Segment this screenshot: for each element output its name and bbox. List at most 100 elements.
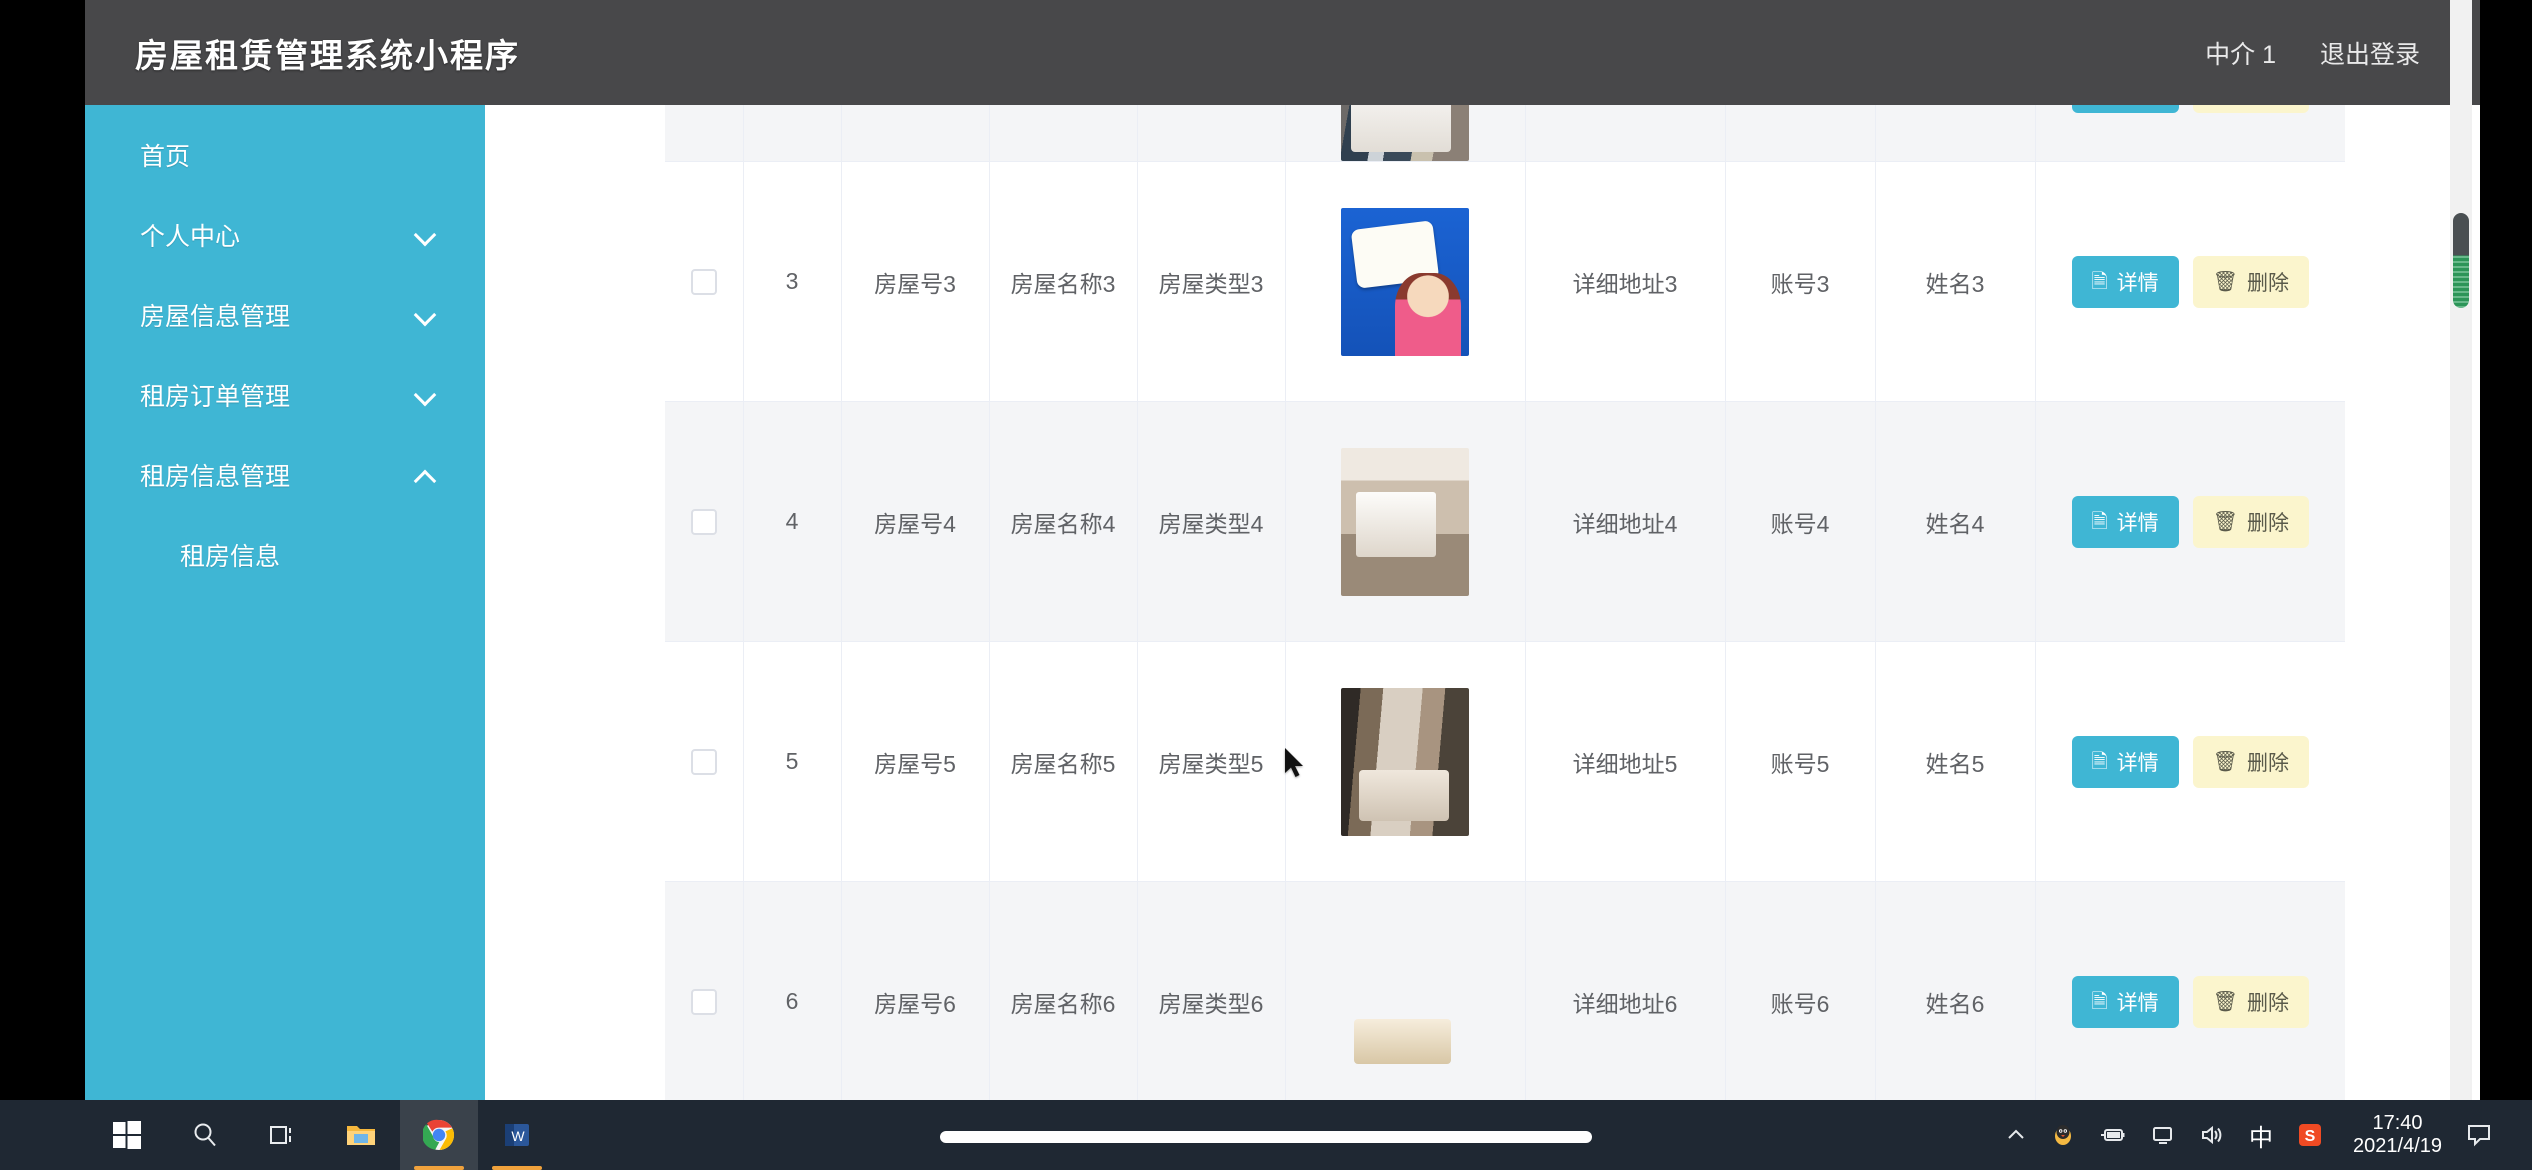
house-no-cell: 房屋号4 bbox=[841, 401, 990, 642]
detail-button[interactable]: 🗎详情 bbox=[2071, 495, 2179, 548]
volume-tray-icon[interactable] bbox=[2199, 1124, 2225, 1146]
sidebar-item-house-info-management[interactable]: 房屋信息管理 bbox=[85, 275, 485, 355]
house-image-cell bbox=[1285, 105, 1526, 162]
sidebar-item-label: 个人中心 bbox=[140, 223, 241, 251]
app-title: 房屋租赁管理系统小程序 bbox=[135, 36, 520, 74]
delete-button[interactable]: 🗑删除 bbox=[2192, 255, 2309, 308]
row-index: 3 bbox=[785, 268, 799, 294]
person-name-cell: 姓名4 bbox=[1875, 401, 2036, 642]
folder-icon bbox=[347, 1126, 375, 1145]
row-checkbox-cell[interactable] bbox=[665, 401, 744, 642]
battery-icon bbox=[2101, 1129, 2125, 1141]
row-index-cell: 2 bbox=[743, 105, 842, 162]
battery-tray-icon[interactable] bbox=[2099, 1124, 2127, 1146]
sidebar-item-home[interactable]: 首页 bbox=[85, 115, 485, 195]
row-checkbox[interactable] bbox=[690, 989, 717, 1016]
detail-button[interactable]: 🗎详情 bbox=[2071, 105, 2179, 113]
sidebar-item-personal-center[interactable]: 个人中心 bbox=[85, 195, 485, 275]
show-hidden-icons-button[interactable] bbox=[2005, 1124, 2027, 1146]
house-no-cell: 房屋号3 bbox=[841, 161, 990, 402]
document-icon: 🗎 bbox=[2091, 270, 2108, 293]
word-button[interactable]: W bbox=[478, 1100, 556, 1170]
row-index-cell: 5 bbox=[743, 641, 842, 882]
house-type-cell: 房屋类型5 bbox=[1137, 641, 1286, 882]
row-index: 6 bbox=[785, 988, 799, 1014]
house-photo[interactable] bbox=[1341, 928, 1469, 1076]
row-checkbox-cell[interactable] bbox=[665, 641, 744, 882]
delete-button[interactable]: 🗑删除 bbox=[2192, 105, 2309, 113]
chevron-up-icon bbox=[2008, 1129, 2024, 1139]
account: 账号5 bbox=[1770, 750, 1830, 777]
delete-button-label: 删除 bbox=[2246, 271, 2289, 295]
delete-button-label: 删除 bbox=[2246, 511, 2289, 535]
row-checkbox[interactable] bbox=[690, 509, 717, 536]
address-cell: 详细地址4 bbox=[1525, 401, 1726, 642]
table-row[interactable]: 6 房屋号6 房屋名称6 房屋类型6 详细地址6 账号6 姓名6 🗎 详情 🗑 删除 bbox=[665, 881, 2345, 1100]
search-button[interactable] bbox=[166, 1100, 244, 1170]
qq-tray-icon[interactable] bbox=[2051, 1123, 2075, 1147]
start-button[interactable] bbox=[88, 1100, 166, 1170]
delete-button[interactable]: 🗑删除 bbox=[2192, 495, 2309, 548]
detail-button[interactable]: 🗎详情 bbox=[2071, 255, 2179, 308]
house-photo[interactable] bbox=[1341, 687, 1469, 836]
table-row[interactable]: 4 房屋号4 房屋名称4 房屋类型4 详细地址4 账号4 姓名4 🗎 详情 🗑 删除 bbox=[665, 401, 2345, 642]
clock-time: 17:40 bbox=[2372, 1112, 2423, 1134]
sogou-tray-icon[interactable]: S bbox=[2297, 1122, 2323, 1148]
action-center-button[interactable] bbox=[2466, 1123, 2492, 1147]
logout-button[interactable]: 退出登录 bbox=[2320, 35, 2420, 71]
house-photo[interactable] bbox=[1341, 105, 1469, 161]
monitor-icon bbox=[2153, 1127, 2173, 1144]
house-no: 房屋号3 bbox=[874, 270, 956, 297]
detail-button[interactable]: 🗎详情 bbox=[2071, 735, 2179, 788]
sidebar-subitem-rental-info[interactable]: 租房信息 bbox=[85, 515, 485, 595]
table-row[interactable]: 2房屋号2房屋名称2房屋类型2 详细地址2账号2姓名2 🗎详情 🗑删除 bbox=[665, 105, 2345, 162]
document-icon: 🗎 bbox=[2091, 750, 2108, 773]
page-scrollbar-thumb[interactable] bbox=[2453, 213, 2469, 308]
speaker-icon bbox=[2202, 1125, 2222, 1145]
row-index-cell: 4 bbox=[743, 401, 842, 642]
task-view-icon bbox=[270, 1126, 291, 1144]
row-checkbox-cell[interactable] bbox=[665, 881, 744, 1100]
sidebar-item-rental-order-management[interactable]: 租房订单管理 bbox=[85, 355, 485, 435]
taskbar-pinned-apps: W bbox=[0, 1100, 556, 1170]
row-actions-cell: 🗎 详情 🗑 删除 bbox=[2035, 641, 2345, 882]
chevron-down-icon bbox=[415, 225, 435, 245]
address: 详细地址4 bbox=[1572, 510, 1678, 537]
display-tray-icon[interactable] bbox=[2151, 1124, 2175, 1146]
row-checkbox[interactable] bbox=[690, 269, 717, 296]
file-explorer-button[interactable] bbox=[322, 1100, 400, 1170]
detail-button[interactable]: 🗎详情 bbox=[2071, 975, 2179, 1028]
sidebar-item-rental-info-management[interactable]: 租房信息管理 bbox=[85, 435, 485, 515]
task-view-button[interactable] bbox=[244, 1100, 322, 1170]
house-photo[interactable] bbox=[1341, 447, 1469, 596]
chrome-button[interactable] bbox=[400, 1100, 478, 1170]
address-cell: 详细地址2 bbox=[1525, 105, 1726, 162]
house-photo[interactable] bbox=[1341, 207, 1469, 356]
person-name: 姓名5 bbox=[1925, 750, 1985, 777]
row-actions-cell: 🗎 详情 🗑 删除 bbox=[2035, 401, 2345, 642]
sidebar-item-label: 首页 bbox=[140, 143, 191, 171]
house-image-cell bbox=[1285, 401, 1526, 642]
house-no: 房屋号5 bbox=[874, 750, 956, 777]
house-type: 房屋类型5 bbox=[1158, 750, 1264, 777]
current-user-label[interactable]: 中介 1 bbox=[2205, 35, 2276, 71]
account-cell: 账号4 bbox=[1725, 401, 1876, 642]
row-index-cell: 3 bbox=[743, 161, 842, 402]
ime-tray-icon[interactable]: 中 bbox=[2249, 1118, 2273, 1153]
house-name: 房屋名称6 bbox=[1010, 990, 1116, 1017]
row-checkbox-cell[interactable] bbox=[665, 105, 744, 162]
page-scrollbar-track[interactable] bbox=[2450, 0, 2472, 1100]
row-checkbox-cell[interactable] bbox=[665, 161, 744, 402]
delete-button[interactable]: 🗑删除 bbox=[2192, 975, 2309, 1028]
row-checkbox[interactable] bbox=[690, 749, 717, 776]
row-index: 4 bbox=[785, 508, 799, 534]
table-row[interactable]: 5 房屋号5 房屋名称5 房屋类型5 详细地址5 账号5 姓名5 🗎 详情 🗑 删除 bbox=[665, 641, 2345, 882]
delete-button[interactable]: 🗑删除 bbox=[2192, 735, 2309, 788]
table-row[interactable]: 3 房屋号3 房屋名称3 房屋类型3 详细地址3 账号3 姓名3 🗎 详情 🗑 删除 bbox=[665, 161, 2345, 402]
detail-button-label: 详情 bbox=[2116, 511, 2159, 535]
account: 账号3 bbox=[1770, 270, 1830, 297]
taskbar-clock[interactable]: 17:40 2021/4/19 bbox=[2353, 1112, 2442, 1158]
rental-info-table: 2房屋号2房屋名称2房屋类型2详细地址2账号2姓名2🗎详情🗑删除3房屋号3房屋名… bbox=[665, 105, 2345, 1100]
sidebar-item-label: 租房订单管理 bbox=[140, 383, 291, 411]
house-type-cell: 房屋类型4 bbox=[1137, 401, 1286, 642]
